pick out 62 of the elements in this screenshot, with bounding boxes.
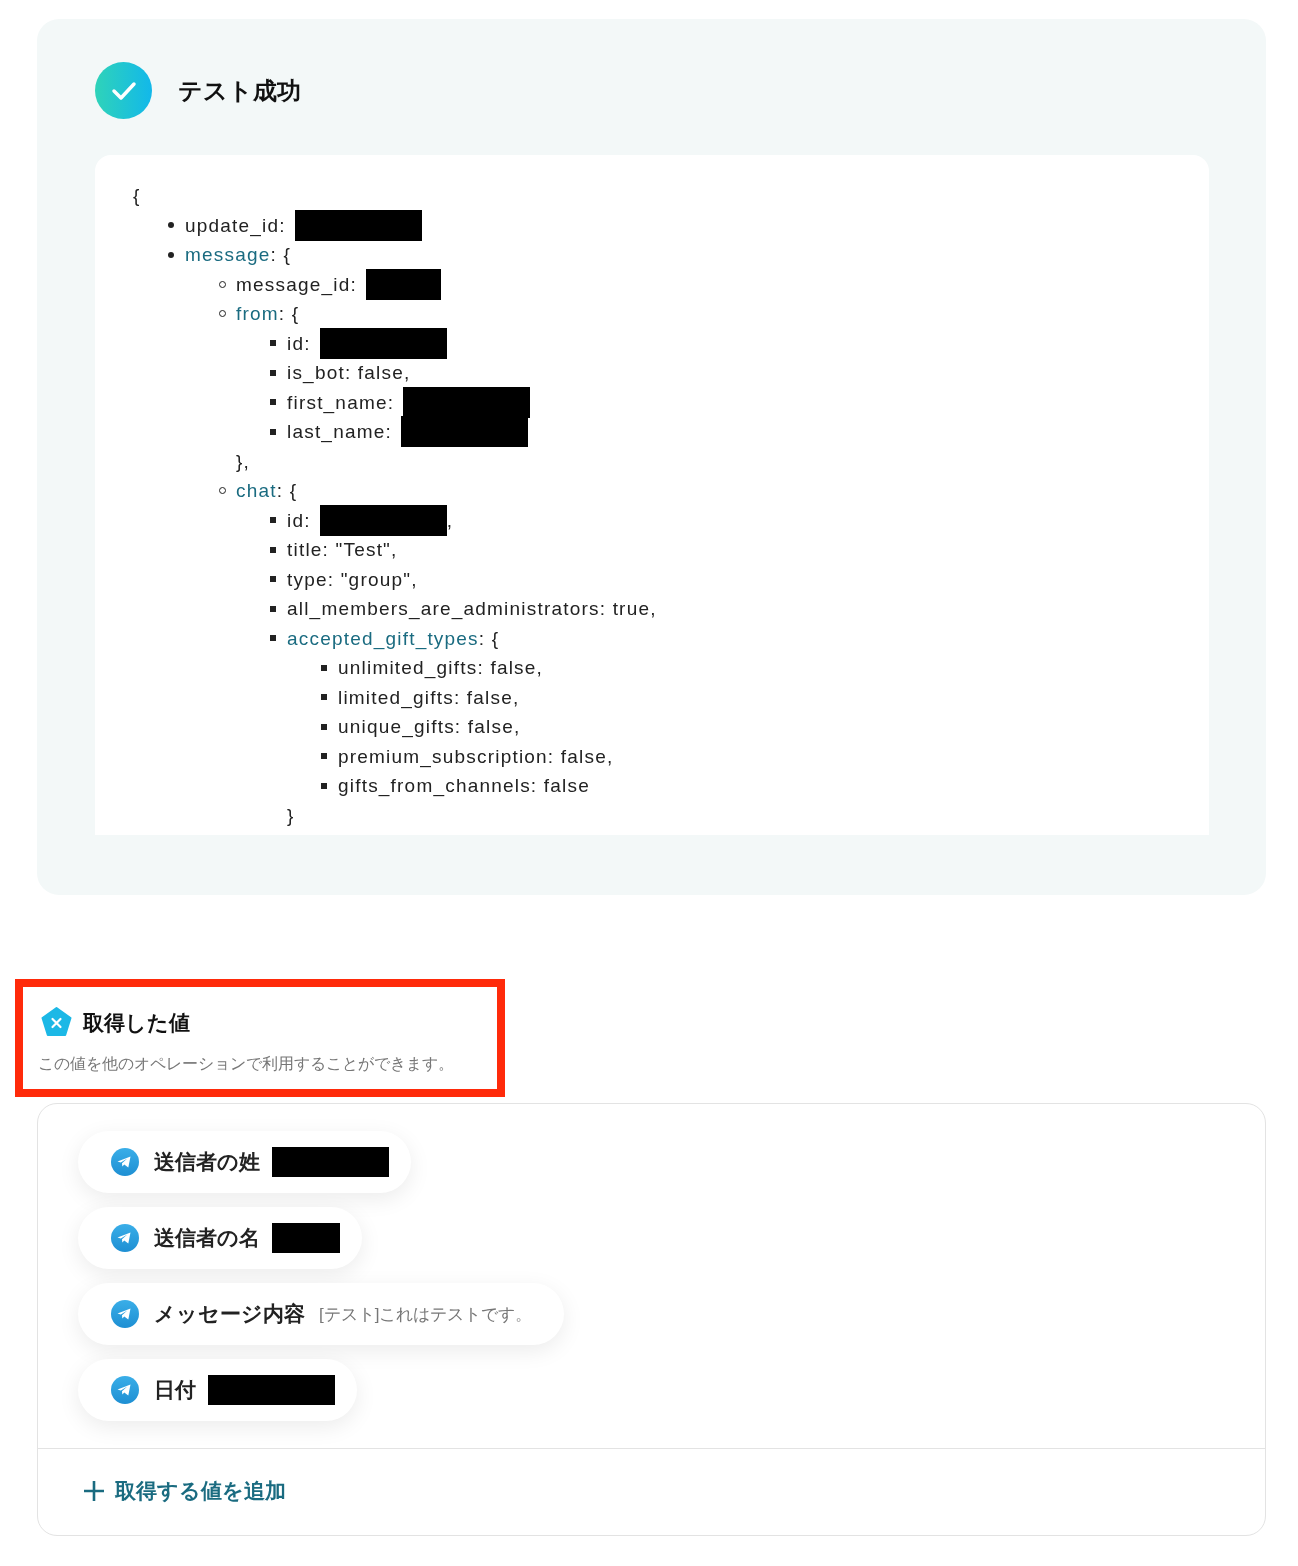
json-line: is_bot: false, [287,361,411,386]
json-line: all_members_are_administrators: true, [287,597,657,622]
json-line: type: "group", [287,567,418,592]
value-label: 送信者の名 [154,1225,260,1251]
bullet-icon [321,664,327,671]
bullet-icon [270,605,276,612]
add-value-button[interactable]: 取得する値を追加 [83,1477,286,1505]
bullet-icon [321,782,327,789]
json-brace: : { [278,302,300,326]
section-title: 取得した値 [83,1009,190,1036]
section-description: この値を他のオペレーションで利用することができます。 [38,1054,455,1074]
bullet-icon [270,399,276,406]
json-key-link[interactable]: chat [236,476,277,506]
json-line: last_name: [287,420,392,445]
value-label: 日付 [154,1377,196,1403]
json-line: gifts_from_channels: false [338,774,590,799]
bullet-icon [270,517,276,524]
json-brace: { [133,184,141,208]
json-key-link[interactable]: message [185,240,271,270]
value-chip[interactable]: 日付 [78,1359,357,1421]
value-chip[interactable]: 送信者の名 [78,1207,362,1269]
value-chip[interactable]: 送信者の姓 [78,1131,411,1193]
bullet-icon [168,222,174,229]
value-label: 送信者の姓 [154,1149,260,1175]
json-line: unique_gifts: false, [338,715,521,740]
bullet-icon [270,369,276,376]
bullet-icon [321,753,327,760]
paper-plane-icon [111,1376,139,1404]
bullet-icon [321,723,327,730]
value-text: [テスト]これはテストです。 [319,1303,533,1326]
bullet-icon [168,251,174,258]
json-brace: : { [478,626,500,651]
json-key-link[interactable]: from [236,299,279,329]
value-label: メッセージ内容 [154,1301,305,1327]
json-comma: , [446,508,454,533]
plus-icon [83,1480,105,1502]
bullet-icon [270,635,276,642]
json-line: id: [287,508,311,533]
json-line: premium_subscription: false, [338,744,614,770]
json-line: update_id: [185,213,286,239]
value-chip[interactable]: メッセージ内容 [テスト]これはテストです。 [78,1283,565,1345]
test-result-title: テスト成功 [178,75,301,106]
json-brace: }, [236,449,251,474]
json-key-link[interactable]: accepted_gift_types [287,623,479,653]
json-brace: : { [276,479,298,503]
bullet-icon [270,340,276,347]
json-line: id: [287,331,311,356]
json-line: unlimited_gifts: false, [338,656,544,681]
json-line: limited_gifts: false, [338,685,520,711]
bullet-icon [270,546,276,553]
paper-plane-icon [111,1224,139,1252]
bullet-icon [321,694,327,701]
json-line: first_name: [287,390,395,416]
json-line: title: "Test", [287,538,398,562]
pentagon-x-icon [40,1006,73,1039]
paper-plane-icon [111,1300,139,1328]
bullet-icon [270,428,276,435]
paper-plane-icon [111,1148,139,1176]
json-brace: : { [270,243,291,267]
json-line: message_id: [236,272,357,298]
json-brace: } [287,803,295,828]
bullet-icon [270,576,276,583]
